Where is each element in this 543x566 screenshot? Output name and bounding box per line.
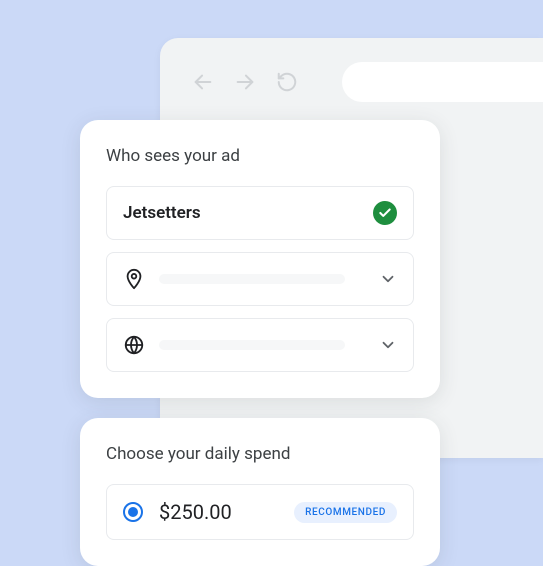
language-dropdown[interactable]: [106, 318, 414, 372]
audience-value: Jetsetters: [123, 203, 359, 223]
check-icon: [373, 201, 397, 225]
recommended-badge: RECOMMENDED: [294, 502, 397, 523]
spend-card-title: Choose your daily spend: [106, 444, 414, 464]
language-placeholder: [159, 340, 345, 350]
back-icon[interactable]: [192, 71, 214, 93]
audience-card-title: Who sees your ad: [106, 146, 414, 166]
chevron-down-icon: [379, 336, 397, 354]
location-placeholder: [159, 274, 345, 284]
radio-selected-icon: [123, 502, 143, 522]
location-dropdown[interactable]: [106, 252, 414, 306]
forward-icon[interactable]: [234, 71, 256, 93]
spend-amount: $250.00: [159, 500, 278, 524]
reload-icon[interactable]: [276, 71, 298, 93]
location-pin-icon: [123, 268, 145, 290]
chevron-down-icon: [379, 270, 397, 288]
globe-icon: [123, 334, 145, 356]
audience-field[interactable]: Jetsetters: [106, 186, 414, 240]
address-bar[interactable]: [342, 62, 543, 102]
browser-toolbar: [192, 62, 543, 102]
spend-option[interactable]: $250.00 RECOMMENDED: [106, 484, 414, 540]
audience-card: Who sees your ad Jetsetters: [80, 120, 440, 398]
spend-card: Choose your daily spend $250.00 RECOMMEN…: [80, 418, 440, 566]
